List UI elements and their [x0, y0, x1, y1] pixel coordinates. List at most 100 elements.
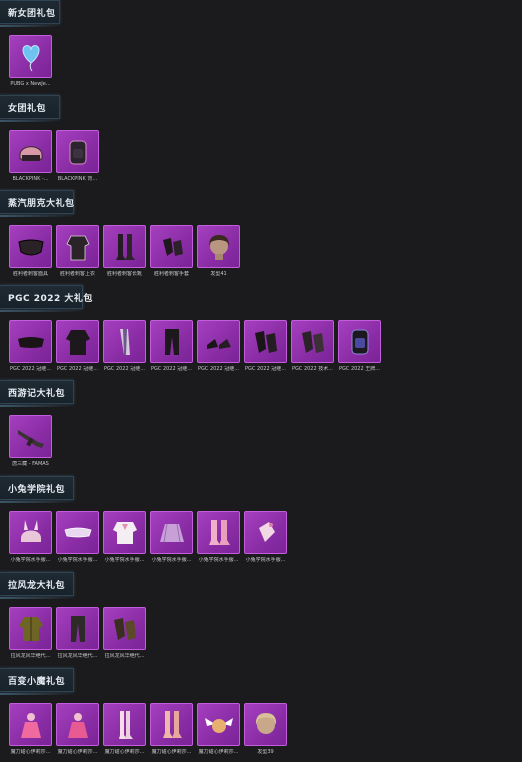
item-label: BLACKPINK 背... [57, 176, 98, 182]
item-label: 胜利者刺客面具 [12, 271, 48, 277]
section-title: 西游记大礼包 [8, 388, 66, 399]
item-label: PGC 2022 冠继... [56, 366, 99, 372]
section-title: PGC 2022 大礼包 [8, 293, 93, 304]
item-label: 胜利者刺客上衣 [59, 271, 95, 277]
jacket-icon [56, 225, 99, 268]
jacket-icon [56, 320, 99, 363]
item-card[interactable]: 发型41 [197, 225, 240, 277]
item-card[interactable]: PGC 2022 王牌... [338, 320, 381, 372]
gift-pack-list: 新女团礼包 PUBG x NewJe... 女团礼包 BLACKPINK -..… [0, 0, 522, 762]
item-label: PGC 2022 冠继... [9, 366, 52, 372]
item-card[interactable]: 胜利者刺客上衣 [56, 225, 99, 277]
item-row: PUBG x NewJe... [9, 35, 56, 87]
item-card[interactable]: PGC 2022 冠继... [244, 320, 287, 372]
item-card[interactable]: 唐三藏 - FAMAS [9, 415, 52, 467]
item-card[interactable]: 胜利者刺客长靴 [103, 225, 146, 277]
backpack-icon [56, 130, 99, 173]
item-card[interactable]: 魔力甜心伊莉莎... [197, 703, 240, 755]
item-card[interactable]: PGC 2022 冠继... [197, 320, 240, 372]
outfit-icon [56, 703, 99, 746]
item-card[interactable]: PGC 2022 冠继... [56, 320, 99, 372]
outfit-icon [9, 703, 52, 746]
item-card[interactable]: 小兔学院水手服... [197, 511, 240, 563]
item-label: PGC 2022 冠继... [150, 366, 193, 372]
section-title: 蒸汽朋克大礼包 [8, 198, 75, 209]
section-header: PGC 2022 大礼包 [0, 285, 92, 312]
shoes-icon [197, 320, 240, 363]
item-card[interactable]: 拉风龙风华绝代... [9, 607, 52, 659]
boots-icon [150, 703, 193, 746]
section-header: 拉风龙大礼包 [0, 572, 74, 599]
item-row: 拉风龙风华绝代... 拉风龙风华绝代... 拉风龙风华绝代... [9, 607, 150, 659]
item-label: 魔力甜心伊莉莎... [104, 749, 145, 755]
item-card[interactable]: PGC 2022 冠继... [9, 320, 52, 372]
section-header: 百变小魔礼包 [0, 668, 74, 695]
item-label: PGC 2022 冠继... [103, 366, 146, 372]
section-header: 蒸汽朋克大礼包 [0, 190, 75, 217]
item-card[interactable]: 胜利者刺客手套 [150, 225, 193, 277]
item-label: 拉风龙风华绝代... [104, 653, 145, 659]
bunny-helmet-icon [9, 511, 52, 554]
item-card[interactable]: PGC 2022 技术... [291, 320, 334, 372]
section-title: 百变小魔礼包 [8, 676, 66, 687]
item-card[interactable]: 小兔学院水手服... [103, 511, 146, 563]
section-header: 新女团礼包 [0, 0, 60, 27]
item-card[interactable]: 发型39 [244, 703, 287, 755]
item-row: 胜利者刺客面具 胜利者刺客上衣 胜利者刺客长靴 胜利者刺客手套 发型41 [9, 225, 244, 277]
item-label: 小兔学院水手服... [104, 557, 145, 563]
item-label: 拉风龙风华绝代... [10, 653, 51, 659]
item-label: 小兔学院水手服... [245, 557, 286, 563]
item-card[interactable]: 小兔学院水手服... [56, 511, 99, 563]
heart-balloon-icon [9, 35, 52, 78]
item-label: 发型41 [210, 271, 227, 277]
boots-icon [197, 511, 240, 554]
item-label: 魔力甜心伊莉莎... [57, 749, 98, 755]
pants-icon [56, 607, 99, 650]
item-label: 魔力甜心伊莉莎... [10, 749, 51, 755]
section-title: 新女团礼包 [8, 8, 56, 19]
item-label: PGC 2022 技术... [291, 366, 334, 372]
gloves-icon [291, 320, 334, 363]
rifle-icon [9, 415, 52, 458]
gloves-icon [103, 607, 146, 650]
item-card[interactable]: PGC 2022 冠继... [150, 320, 193, 372]
item-card[interactable]: 小兔学院水手服... [9, 511, 52, 563]
section-title: 小兔学院礼包 [8, 484, 66, 495]
backpack-icon [338, 320, 381, 363]
gloves-icon [244, 320, 287, 363]
visor-icon [56, 511, 99, 554]
item-row: BLACKPINK -... BLACKPINK 背... [9, 130, 103, 182]
winged-orb-icon [197, 703, 240, 746]
item-card[interactable]: 魔力甜心伊莉莎... [56, 703, 99, 755]
jacket-icon [9, 607, 52, 650]
item-card[interactable]: 魔力甜心伊莉莎... [150, 703, 193, 755]
item-card[interactable]: 胜利者刺客面具 [9, 225, 52, 277]
item-label: BLACKPINK -... [12, 176, 49, 182]
item-label: PGC 2022 王牌... [338, 366, 381, 372]
stockings-icon [103, 703, 146, 746]
item-card[interactable]: PGC 2022 冠继... [103, 320, 146, 372]
skirt-icon [150, 511, 193, 554]
item-label: PGC 2022 冠继... [197, 366, 240, 372]
item-label: 魔力甜心伊莉莎... [198, 749, 239, 755]
item-label: 小兔学院水手服... [10, 557, 51, 563]
hairstyle-icon [197, 225, 240, 268]
section-header: 小兔学院礼包 [0, 476, 74, 503]
item-card[interactable]: PUBG x NewJe... [9, 35, 52, 87]
item-label: 魔力甜心伊莉莎... [151, 749, 192, 755]
item-card[interactable]: BLACKPINK 背... [56, 130, 99, 182]
item-label: 发型39 [257, 749, 274, 755]
glove-icon [244, 511, 287, 554]
item-label: 唐三藏 - FAMAS [12, 461, 49, 467]
item-card[interactable]: 小兔学院水手服... [244, 511, 287, 563]
item-card[interactable]: 小兔学院水手服... [150, 511, 193, 563]
item-card[interactable]: 拉风龙风华绝代... [56, 607, 99, 659]
item-card[interactable]: 拉风龙风华绝代... [103, 607, 146, 659]
helmet-icon [9, 130, 52, 173]
hairstyle-icon [244, 703, 287, 746]
item-card[interactable]: 魔力甜心伊莉莎... [103, 703, 146, 755]
item-card[interactable]: 魔力甜心伊莉莎... [9, 703, 52, 755]
boots-icon [103, 225, 146, 268]
item-label: 胜利者刺客长靴 [106, 271, 142, 277]
item-card[interactable]: BLACKPINK -... [9, 130, 52, 182]
